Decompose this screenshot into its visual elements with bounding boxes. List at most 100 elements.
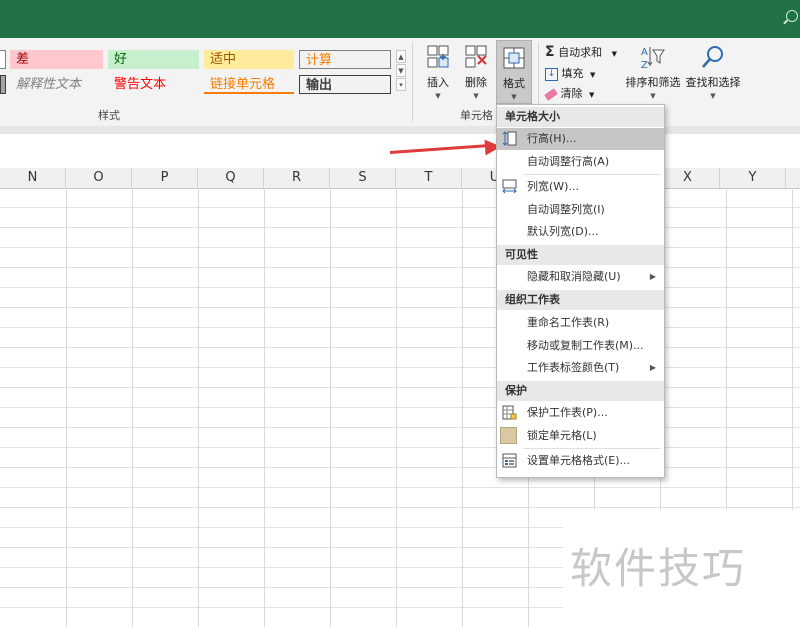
sort-filter-label: 排序和筛选 bbox=[625, 76, 681, 89]
menu-item-protect-sheet[interactable]: 保护工作表(P)... bbox=[497, 402, 664, 424]
style-linked-cell[interactable]: 链接单元格 bbox=[204, 75, 294, 94]
column-width-icon bbox=[502, 179, 517, 194]
sigma-icon: Σ bbox=[545, 44, 555, 60]
column-header[interactable]: R bbox=[264, 168, 330, 188]
format-button[interactable]: 格式 ▼ bbox=[496, 40, 532, 104]
menu-separator bbox=[523, 448, 661, 449]
chevron-down-icon: ▼ bbox=[435, 92, 441, 100]
column-header[interactable]: X bbox=[656, 168, 720, 188]
group-divider bbox=[412, 42, 413, 122]
menu-separator bbox=[523, 174, 661, 175]
menu-item-hide-unhide[interactable]: 隐藏和取消隐藏(U) ▶ bbox=[497, 266, 664, 288]
gallery-scroll-up[interactable]: ▲ bbox=[396, 50, 406, 63]
menu-item-label: 重命名工作表(R) bbox=[527, 316, 610, 329]
fill-button[interactable]: ↓ 填充 ▼ bbox=[545, 65, 595, 81]
style-warning[interactable]: 警告文本 bbox=[108, 75, 199, 94]
style-explanatory[interactable]: 解释性文本 bbox=[10, 75, 103, 94]
menu-item-label: 设置单元格格式(E)... bbox=[527, 454, 631, 467]
magnifier-icon bbox=[700, 44, 726, 70]
menu-item-row-height[interactable]: 行高(H)... bbox=[497, 128, 664, 150]
style-bad[interactable]: 差 bbox=[10, 50, 103, 69]
column-header[interactable]: Y bbox=[720, 168, 786, 188]
menu-item-label: 隐藏和取消隐藏(U) bbox=[527, 270, 621, 283]
column-header[interactable]: Q bbox=[198, 168, 264, 188]
menu-section-organize-sheets: 组织工作表 bbox=[497, 290, 664, 310]
eraser-icon bbox=[544, 87, 558, 101]
style-check-fragment[interactable] bbox=[0, 50, 6, 69]
menu-item-rename-sheet[interactable]: 重命名工作表(R) bbox=[497, 312, 664, 334]
chevron-down-icon: ▼ bbox=[650, 92, 656, 100]
lock-cell-icon bbox=[500, 427, 517, 444]
column-header[interactable]: O bbox=[66, 168, 132, 188]
sort-filter-icon: AZ bbox=[640, 44, 666, 71]
fill-down-icon: ↓ bbox=[545, 67, 558, 81]
chevron-down-icon: ▼ bbox=[473, 92, 479, 100]
column-header[interactable]: P bbox=[132, 168, 198, 188]
menu-item-label: 行高(H)... bbox=[527, 132, 577, 145]
menu-item-autofit-column-width[interactable]: 自动调整列宽(I) bbox=[497, 199, 664, 221]
submenu-arrow-icon: ▶ bbox=[649, 363, 656, 372]
style-output[interactable]: 输出 bbox=[299, 75, 391, 94]
insert-button[interactable]: 插入 ▼ bbox=[420, 44, 456, 100]
style-calculation[interactable]: 计算 bbox=[299, 50, 391, 69]
cells-group-label: 单元格 bbox=[460, 109, 493, 122]
chevron-down-icon: ▼ bbox=[589, 91, 595, 99]
watermark-text: 软件技巧 bbox=[570, 544, 747, 593]
menu-item-tab-color[interactable]: 工作表标签颜色(T) ▶ bbox=[497, 357, 664, 379]
svg-text:A: A bbox=[641, 47, 648, 58]
menu-section-cell-size: 单元格大小 bbox=[497, 107, 664, 127]
gallery-expand[interactable]: ▾ bbox=[396, 78, 406, 91]
chevron-down-icon: ▼ bbox=[611, 50, 617, 58]
menu-item-lock-cell[interactable]: 锁定单元格(L) bbox=[497, 425, 664, 447]
menu-item-format-cells[interactable]: 设置单元格格式(E)... bbox=[497, 450, 664, 472]
menu-item-label: 自动调整行高(A) bbox=[527, 155, 610, 168]
delete-button[interactable]: 删除 ▼ bbox=[458, 44, 494, 100]
menu-item-label: 列宽(W)... bbox=[527, 180, 579, 193]
find-select-button[interactable]: 查找和选择 ▼ bbox=[683, 44, 743, 100]
insert-label: 插入 bbox=[427, 76, 449, 89]
delete-label: 删除 bbox=[465, 76, 487, 89]
menu-item-move-copy-sheet[interactable]: 移动或复制工作表(M)... bbox=[497, 335, 664, 357]
delete-cells-icon bbox=[463, 44, 489, 70]
title-bar bbox=[0, 0, 800, 38]
insert-cells-icon bbox=[425, 44, 451, 70]
column-header[interactable]: T bbox=[396, 168, 462, 188]
menu-item-autofit-row-height[interactable]: 自动调整行高(A) bbox=[497, 151, 664, 173]
menu-item-default-width[interactable]: 默认列宽(D)... bbox=[497, 221, 664, 243]
ribbon-bottom-strip bbox=[0, 126, 800, 134]
format-cells-icon bbox=[502, 453, 517, 468]
menu-section-visibility: 可见性 bbox=[497, 245, 664, 265]
search-icon[interactable] bbox=[786, 10, 798, 22]
menu-item-label: 锁定单元格(L) bbox=[527, 429, 597, 442]
row-height-icon bbox=[502, 131, 517, 146]
chevron-down-icon: ▼ bbox=[590, 71, 596, 79]
column-headers: N O P Q R S T U V W X Y bbox=[0, 168, 800, 189]
menu-item-label: 保护工作表(P)... bbox=[527, 406, 608, 419]
column-header[interactable]: N bbox=[0, 168, 66, 188]
clear-button[interactable]: 清除 ▼ bbox=[544, 85, 595, 101]
chevron-down-icon: ▼ bbox=[511, 93, 517, 101]
protect-sheet-icon bbox=[502, 405, 517, 420]
style-neutral[interactable]: 适中 bbox=[204, 50, 294, 69]
format-label: 格式 bbox=[503, 77, 525, 90]
chevron-down-icon: ▼ bbox=[710, 92, 716, 100]
style-input-fragment[interactable] bbox=[0, 75, 6, 94]
menu-item-label: 工作表标签颜色(T) bbox=[527, 361, 620, 374]
clear-label: 清除 bbox=[560, 87, 583, 100]
format-cells-icon bbox=[501, 45, 527, 71]
menu-item-label: 移动或复制工作表(M)... bbox=[527, 339, 644, 352]
menu-section-protection: 保护 bbox=[497, 381, 664, 401]
autosum-label: 自动求和 bbox=[558, 46, 603, 59]
styles-group-label: 样式 bbox=[98, 109, 120, 122]
fill-label: 填充 bbox=[561, 67, 584, 80]
find-select-label: 查找和选择 bbox=[685, 76, 741, 89]
sort-filter-button[interactable]: AZ 排序和筛选 ▼ bbox=[623, 44, 683, 100]
menu-item-label: 自动调整列宽(I) bbox=[527, 203, 605, 216]
autosum-button[interactable]: Σ 自动求和 ▼ bbox=[545, 44, 617, 60]
style-good[interactable]: 好 bbox=[108, 50, 199, 69]
ribbon: 差 好 适中 计算 解释性文本 警告文本 链接单元格 输出 ▲ ▼ ▾ 样式 插… bbox=[0, 38, 800, 127]
gallery-scroll-down[interactable]: ▼ bbox=[396, 64, 406, 77]
column-header[interactable]: S bbox=[330, 168, 396, 188]
submenu-arrow-icon: ▶ bbox=[649, 272, 656, 281]
menu-item-column-width[interactable]: 列宽(W)... bbox=[497, 176, 664, 198]
